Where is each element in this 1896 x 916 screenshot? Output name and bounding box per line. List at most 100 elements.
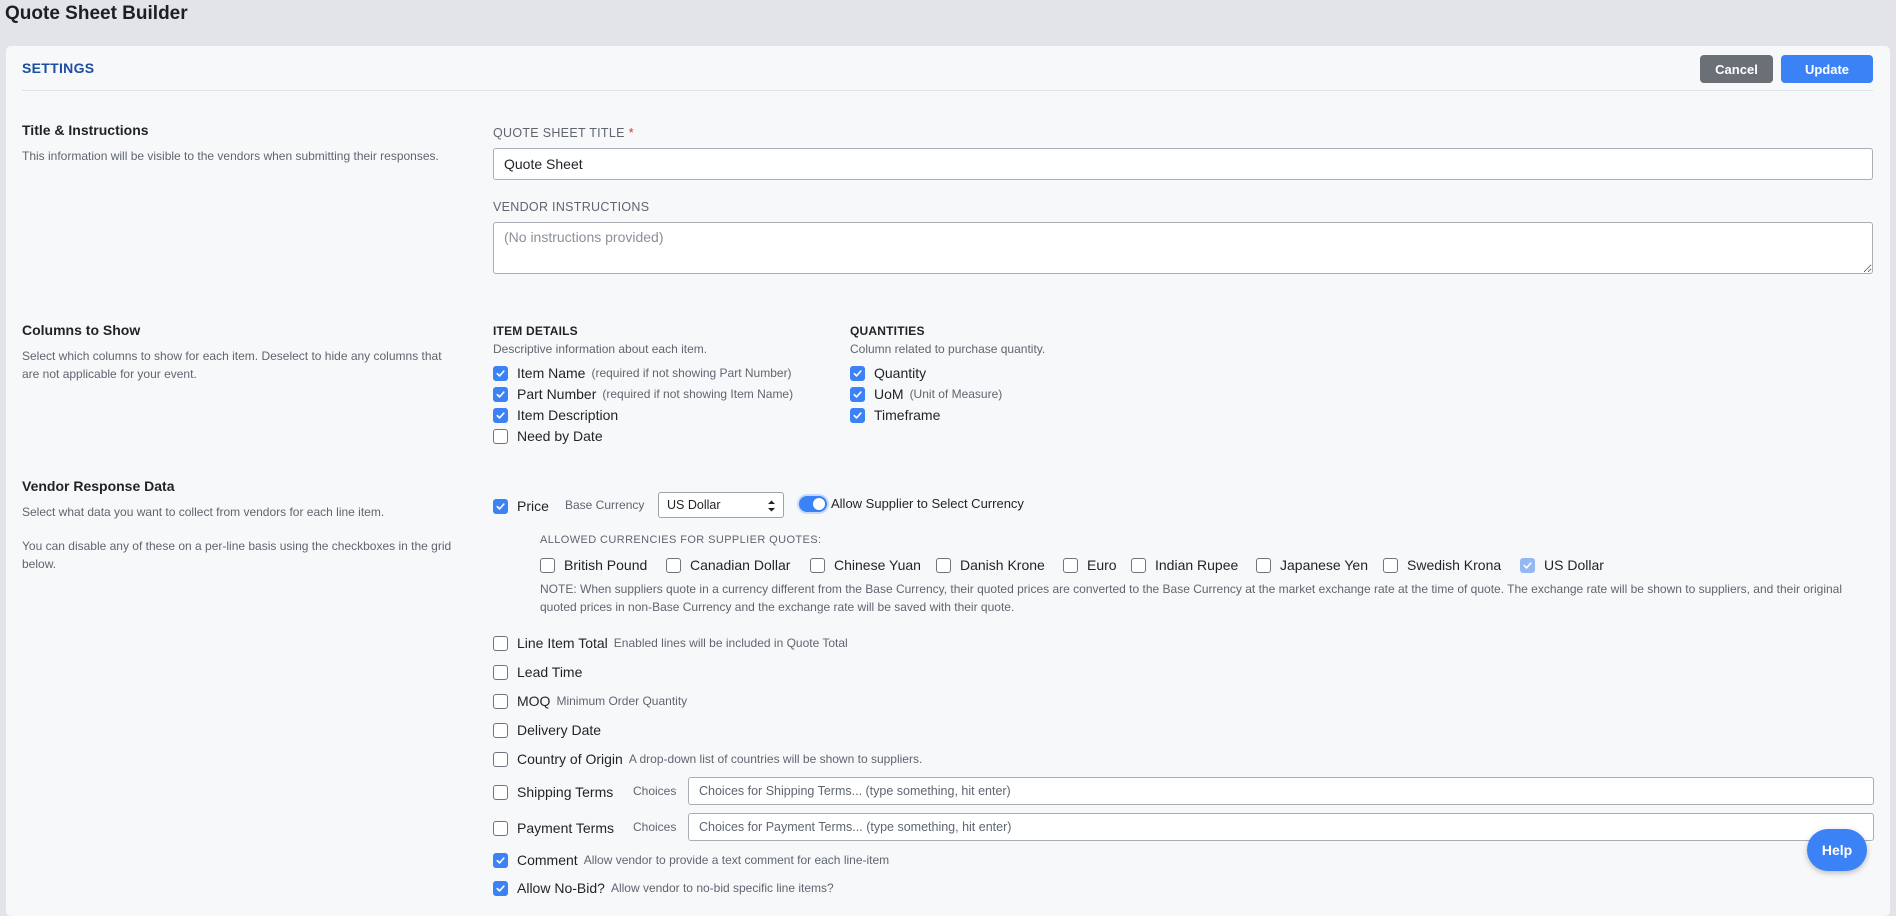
option-lead-time[interactable]: Lead Time <box>493 664 582 680</box>
currency-british-pound-label: British Pound <box>564 557 648 573</box>
column-need-by-date[interactable]: Need by Date <box>493 428 603 444</box>
option-line-item-total-checkbox[interactable] <box>493 635 508 651</box>
currency-japanese-yen-label: Japanese Yen <box>1280 557 1368 573</box>
column-item-description-checkbox[interactable] <box>493 407 508 423</box>
column-quantity-label: Quantity <box>874 365 927 381</box>
update-button[interactable]: Update <box>1781 55 1873 83</box>
currency-chinese-yuan-checkbox[interactable] <box>810 557 825 573</box>
option-lead-time-label: Lead Time <box>517 664 583 680</box>
option-line-item-total[interactable]: Line Item Total Enabled lines will be inc… <box>493 635 848 651</box>
base-currency-label: Base Currency <box>565 498 645 512</box>
price-option[interactable]: Price <box>493 498 549 514</box>
column-uom-label: UoM <box>874 386 904 402</box>
column-item-name-checkbox[interactable] <box>493 365 508 381</box>
column-need-by-date-label: Need by Date <box>517 428 603 444</box>
option-line-item-total-hint: Enabled lines will be included in Quote … <box>613 636 848 650</box>
option-country-of-origin[interactable]: Country of Origin A drop-down list of cou… <box>493 751 922 767</box>
column-item-name-label: Item Name <box>517 365 586 381</box>
currency-indian-rupee-checkbox[interactable] <box>1131 557 1146 573</box>
allowed-currencies-title: ALLOWED CURRENCIES FOR SUPPLIER QUOTES: <box>540 534 822 546</box>
option-delivery-date[interactable]: Delivery Date <box>493 722 601 738</box>
section-title-instructions: Title & Instructions <box>22 122 149 138</box>
currency-british-pound[interactable]: British Pound <box>540 557 647 573</box>
option-delivery-date-checkbox[interactable] <box>493 722 508 738</box>
section-title-columns: Columns to Show <box>22 322 141 338</box>
shipping-choices-input[interactable] <box>688 777 1874 805</box>
currency-euro-checkbox[interactable] <box>1063 557 1078 573</box>
column-quantity[interactable]: Quantity <box>850 365 926 381</box>
currency-us-dollar-checkbox[interactable] <box>1520 557 1535 573</box>
column-part-number-checkbox[interactable] <box>493 386 508 402</box>
currency-euro[interactable]: Euro <box>1063 557 1117 573</box>
option-country-of-origin-hint: A drop-down list of countries will be sh… <box>628 752 923 766</box>
option-moq-hint: Minimum Order Quantity <box>556 694 688 708</box>
payment-terms-checkbox[interactable] <box>493 820 508 836</box>
option-lead-time-checkbox[interactable] <box>493 664 508 680</box>
currency-canadian-dollar[interactable]: Canadian Dollar <box>666 557 790 573</box>
currency-indian-rupee-label: Indian Rupee <box>1155 557 1239 573</box>
shipping-choices-label: Choices <box>633 784 677 798</box>
currency-swedish-krona[interactable]: Swedish Krona <box>1383 557 1501 573</box>
base-currency-value: US Dollar <box>667 498 721 512</box>
column-item-description[interactable]: Item Description <box>493 407 618 423</box>
column-timeframe-checkbox[interactable] <box>850 407 865 423</box>
column-part-number[interactable]: Part Number (required if not showing Item… <box>493 386 793 402</box>
vendor-instructions-textarea[interactable] <box>493 222 1873 274</box>
currency-japanese-yen[interactable]: Japanese Yen <box>1256 557 1368 573</box>
base-currency-select[interactable]: US Dollar <box>658 492 784 518</box>
shipping-terms-option[interactable]: Shipping Terms <box>493 784 613 800</box>
currency-danish-krone[interactable]: Danish Krone <box>936 557 1045 573</box>
option-country-of-origin-checkbox[interactable] <box>493 751 508 767</box>
column-item-description-label: Item Description <box>517 407 619 423</box>
allow-currency-label: Allow Supplier to Select Currency <box>831 496 1024 511</box>
shipping-terms-label: Shipping Terms <box>517 784 614 800</box>
currency-canadian-dollar-label: Canadian Dollar <box>690 557 791 573</box>
comment-checkbox[interactable] <box>493 852 508 868</box>
column-item-name[interactable]: Item Name (required if not showing Part N… <box>493 365 792 381</box>
column-uom-checkbox[interactable] <box>850 386 865 402</box>
column-part-number-label: Part Number <box>517 386 597 402</box>
currency-us-dollar[interactable]: US Dollar <box>1520 557 1604 573</box>
column-uom-hint: (Unit of Measure) <box>909 387 1003 401</box>
section-desc-columns: Select which columns to show for each it… <box>22 349 442 381</box>
no-bid-hint: Allow vendor to no-bid specific line ite… <box>610 881 834 895</box>
currency-swedish-krona-label: Swedish Krona <box>1407 557 1502 573</box>
column-item-name-hint: (required if not showing Part Number) <box>591 366 792 380</box>
toggle-knob <box>813 498 825 510</box>
currency-indian-rupee[interactable]: Indian Rupee <box>1131 557 1238 573</box>
payment-choices-input[interactable] <box>688 813 1874 841</box>
currency-swedish-krona-checkbox[interactable] <box>1383 557 1398 573</box>
no-bid-checkbox[interactable] <box>493 880 508 896</box>
option-moq[interactable]: MOQ Minimum Order Quantity <box>493 693 687 709</box>
payment-choices-label: Choices <box>633 820 677 834</box>
payment-terms-option[interactable]: Payment Terms <box>493 820 614 836</box>
select-arrows-icon <box>768 500 775 512</box>
column-need-by-date-checkbox[interactable] <box>493 428 508 444</box>
item-details-title: ITEM DETAILS <box>493 324 578 338</box>
currency-canadian-dollar-checkbox[interactable] <box>666 557 681 573</box>
quote-title-input[interactable] <box>493 148 1873 180</box>
currency-british-pound-checkbox[interactable] <box>540 557 555 573</box>
help-button[interactable]: Help <box>1807 829 1867 871</box>
payment-terms-label: Payment Terms <box>517 820 614 836</box>
column-quantity-checkbox[interactable] <box>850 365 865 381</box>
comment-option[interactable]: Comment Allow vendor to provide a text c… <box>493 852 889 868</box>
section-desc-vendor-response-2: You can disable any of these on a per-li… <box>22 539 452 571</box>
currency-danish-krone-checkbox[interactable] <box>936 557 951 573</box>
allow-currency-toggle[interactable] <box>799 496 827 512</box>
column-timeframe-label: Timeframe <box>874 407 941 423</box>
option-moq-checkbox[interactable] <box>493 693 508 709</box>
option-moq-label: MOQ <box>517 693 551 709</box>
required-mark: * <box>628 126 634 140</box>
no-bid-option[interactable]: Allow No-Bid? Allow vendor to no-bid spe… <box>493 880 834 896</box>
currency-japanese-yen-checkbox[interactable] <box>1256 557 1271 573</box>
price-checkbox[interactable] <box>493 498 508 514</box>
column-uom[interactable]: UoM (Unit of Measure) <box>850 386 1002 402</box>
no-bid-label: Allow No-Bid? <box>517 880 605 896</box>
section-desc-instructions: This information will be visible to the … <box>22 149 439 163</box>
header-divider <box>22 90 1873 91</box>
shipping-terms-checkbox[interactable] <box>493 784 508 800</box>
currency-chinese-yuan[interactable]: Chinese Yuan <box>810 557 921 573</box>
cancel-button[interactable]: Cancel <box>1700 55 1773 83</box>
column-timeframe[interactable]: Timeframe <box>850 407 940 423</box>
